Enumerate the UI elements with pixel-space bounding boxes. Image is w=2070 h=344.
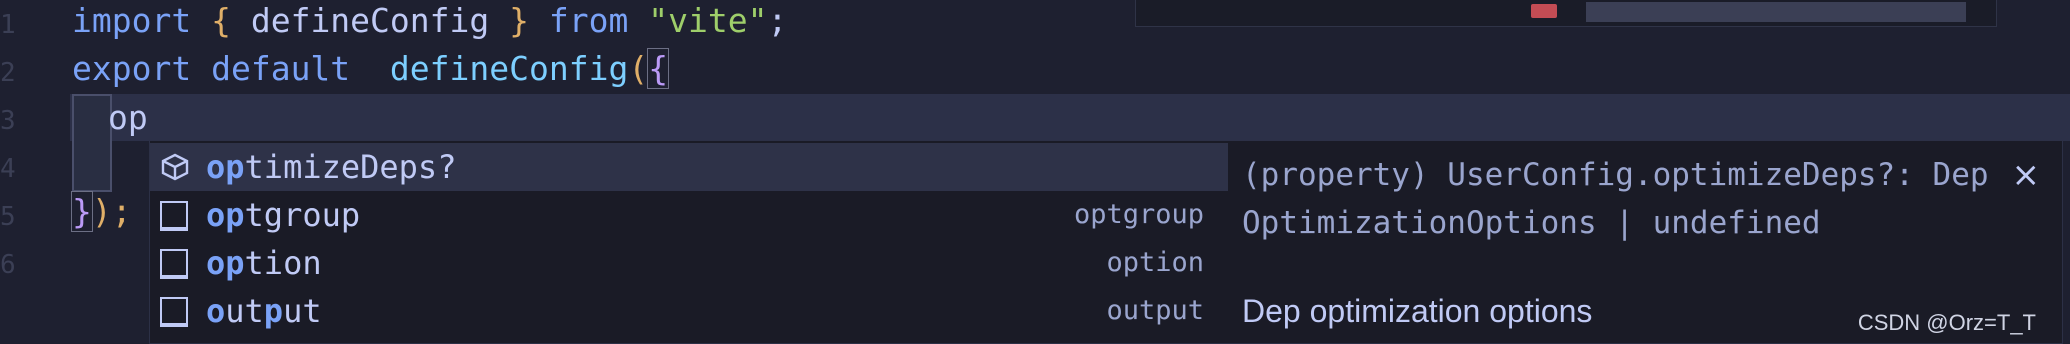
background-window-strip bbox=[1135, 0, 1997, 27]
suggestion-item[interactable]: optimizeDeps? bbox=[150, 143, 1228, 191]
status-indicator bbox=[1531, 4, 1557, 18]
keyword: import bbox=[72, 1, 192, 40]
suggestion-detail: output bbox=[1106, 295, 1204, 326]
documentation-text: Dep optimization options bbox=[1242, 293, 1593, 329]
code-line-export[interactable]: export default defineConfig({ bbox=[72, 45, 670, 93]
current-line-highlight bbox=[70, 94, 2070, 141]
property-cube-icon bbox=[161, 153, 189, 181]
suggestion-item[interactable]: option option bbox=[150, 239, 1228, 287]
code-line-import[interactable]: import { defineConfig } from "vite"; bbox=[72, 0, 787, 45]
typed-text[interactable]: op bbox=[108, 94, 148, 141]
suggestion-detail: optgroup bbox=[1073, 199, 1204, 230]
suggestion-widget: optimizeDeps? optgroup optgroup option o… bbox=[149, 140, 1229, 344]
brace: { bbox=[211, 1, 231, 40]
suggestion-item[interactable]: output output bbox=[150, 287, 1228, 335]
code-line-close[interactable]: }); bbox=[71, 189, 132, 235]
snippet-box-icon bbox=[160, 201, 188, 231]
semicolon: ; bbox=[767, 1, 788, 40]
suggestion-label: output bbox=[206, 292, 322, 330]
brace: { bbox=[647, 48, 670, 89]
line-number: 5 bbox=[0, 202, 16, 232]
identifier: defineConfig bbox=[230, 1, 510, 40]
suggestion-detail: option bbox=[1106, 247, 1204, 278]
brace: } bbox=[71, 191, 93, 232]
watermark: CSDN @Orz=T_T bbox=[1857, 310, 2036, 335]
brace: } bbox=[509, 1, 529, 40]
line-number: 4 bbox=[0, 154, 16, 184]
closing-paren: ); bbox=[91, 192, 132, 231]
keyword: export bbox=[72, 49, 192, 88]
line-number-gutter: 1 2 3 4 5 6 bbox=[0, 0, 70, 342]
suggestion-label: option bbox=[206, 244, 322, 282]
snippet-box-icon bbox=[160, 249, 188, 279]
suggestion-label: optimizeDeps? bbox=[206, 148, 457, 186]
line-number: 2 bbox=[0, 58, 16, 88]
keyword: default bbox=[211, 49, 351, 88]
line-number: 6 bbox=[0, 250, 16, 280]
keyword: from bbox=[548, 1, 629, 40]
string-literal: "vite" bbox=[648, 1, 768, 40]
line-number: 3 bbox=[0, 106, 16, 136]
suggestion-item[interactable]: optgroup optgroup bbox=[150, 191, 1228, 239]
snippet-box-icon bbox=[160, 297, 188, 327]
function-name: defineConfig bbox=[389, 49, 629, 88]
line-number: 1 bbox=[0, 10, 16, 40]
close-icon[interactable]: × bbox=[2012, 155, 2041, 195]
type-signature: (property) UserConfig.optimizeDeps?: Dep… bbox=[1242, 157, 1989, 241]
bracket-guide bbox=[72, 94, 112, 192]
suggestion-label: optgroup bbox=[206, 196, 361, 234]
address-chip bbox=[1586, 2, 1966, 22]
paren: ( bbox=[628, 49, 649, 88]
